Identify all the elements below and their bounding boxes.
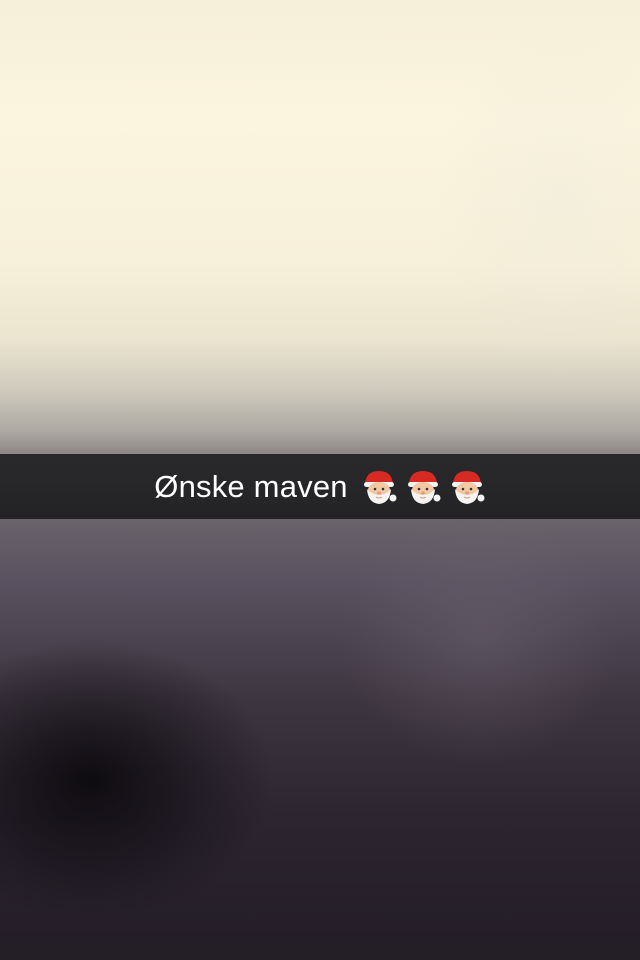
- caption-bar[interactable]: Ønske maven: [0, 454, 640, 519]
- santa-emoji-icon: [448, 468, 486, 506]
- santa-emoji-icon: [360, 468, 398, 506]
- santa-emoji-icon: [404, 468, 442, 506]
- caption-text: Ønske maven: [154, 468, 348, 504]
- caption-emoji-row: [360, 468, 486, 506]
